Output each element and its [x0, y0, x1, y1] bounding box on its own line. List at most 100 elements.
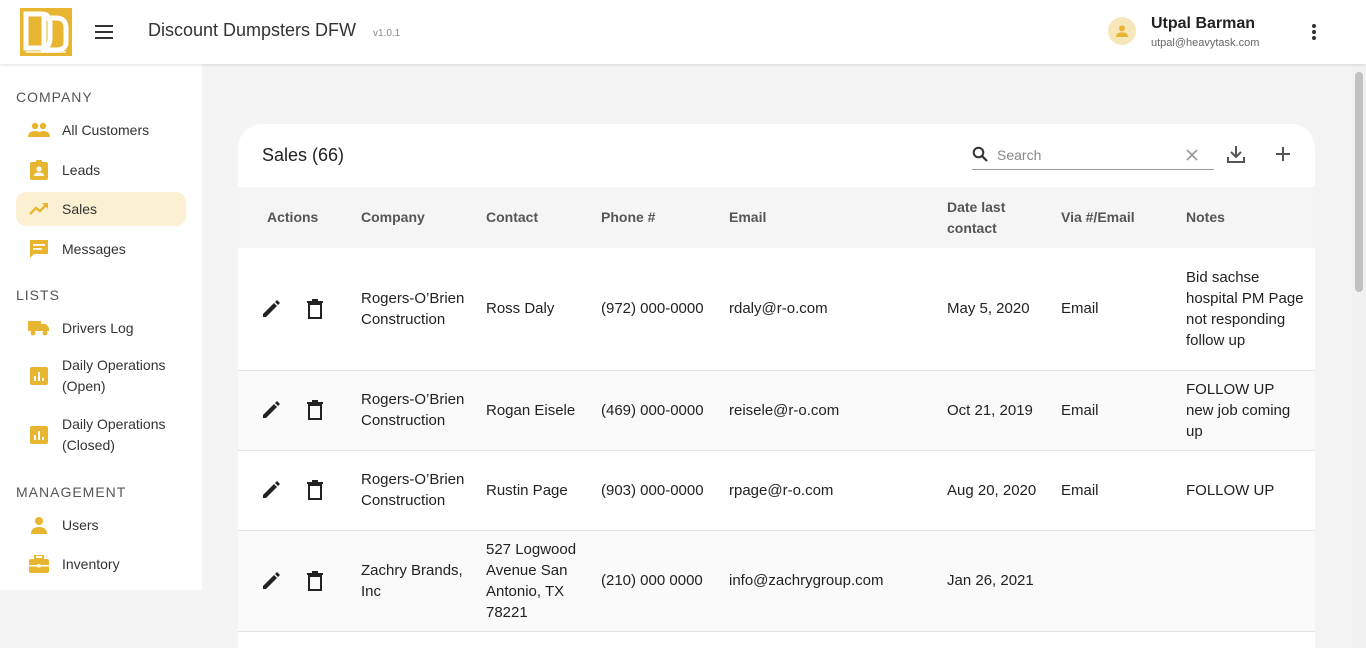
- sidebar-item-label: Drivers Log: [62, 319, 134, 336]
- hamburger-menu-icon[interactable]: [92, 18, 116, 46]
- table-header-row: Actions Company Contact Phone # Email Da…: [238, 187, 1315, 248]
- top-app-bar: Discount Dumpsters DFW v1.0.1 Utpal Barm…: [0, 0, 1366, 64]
- cell-via: Email: [1061, 450, 1186, 531]
- table-row[interactable]: Rogers-O’Brien Construction Rogan Eisele…: [238, 370, 1315, 451]
- cell-email: rpage@r-o.com: [729, 450, 947, 531]
- sidebar-item-daily-operations-closed[interactable]: Daily Operations (Closed): [16, 413, 186, 457]
- section-title-lists: LISTS: [16, 287, 60, 303]
- trending-up-icon: [16, 202, 62, 216]
- column-header-company[interactable]: Company: [361, 187, 486, 248]
- edit-icon[interactable]: [261, 571, 281, 591]
- sidebar-item-label: Inventory: [62, 555, 120, 572]
- sidebar-item-drivers-log[interactable]: Drivers Log: [16, 312, 186, 344]
- column-header-notes[interactable]: Notes: [1186, 187, 1315, 248]
- user-email: utpal@heavytask.com: [1151, 37, 1260, 49]
- row-actions: [238, 530, 361, 632]
- sidebar-item-inventory[interactable]: Inventory: [16, 548, 186, 580]
- cell-phone: (210) 000 0000: [601, 530, 729, 632]
- sales-table: Actions Company Contact Phone # Email Da…: [238, 187, 1315, 632]
- cell-via: [1061, 530, 1186, 632]
- add-icon[interactable]: [1274, 145, 1292, 168]
- sidebar-item-label: Leads: [62, 161, 101, 178]
- cell-company: Rogers-O’Brien Construction: [361, 248, 486, 371]
- briefcase-icon: [16, 555, 62, 573]
- edit-icon[interactable]: [261, 299, 281, 319]
- cell-contact: Rogan Eisele: [486, 370, 601, 451]
- cell-company: Rogers-O’Brien Construction: [361, 370, 486, 451]
- cell-notes: Bid sachse hospital PM Page not respondi…: [1186, 248, 1315, 371]
- person-icon: [16, 516, 62, 534]
- column-header-contact[interactable]: Contact: [486, 187, 601, 248]
- cell-contact: 527 Logwood Avenue San Antonio, TX 78221: [486, 530, 601, 632]
- delete-icon[interactable]: [307, 570, 323, 591]
- app-title: Discount Dumpsters DFW: [148, 20, 357, 40]
- card-header: Sales (66): [238, 124, 1315, 187]
- sidebar-item-leads[interactable]: Leads: [16, 154, 186, 186]
- table-row[interactable]: Rogers-O’Brien Construction Ross Daly (9…: [238, 248, 1315, 371]
- cell-email: rdaly@r-o.com: [729, 248, 947, 371]
- cell-phone: (469) 000-0000: [601, 370, 729, 451]
- cell-email: info@zachrygroup.com: [729, 530, 947, 632]
- cell-notes: FOLLOW UP new job coming up: [1186, 370, 1315, 451]
- cell-company: Zachry Brands, Inc: [361, 530, 486, 632]
- row-actions: [238, 248, 361, 371]
- column-header-date-last-contact[interactable]: Date last contact: [947, 187, 1061, 248]
- sidebar-item-all-customers[interactable]: All Customers: [16, 114, 186, 146]
- user-avatar-icon[interactable]: [1108, 17, 1136, 45]
- cell-date: May 5, 2020: [947, 248, 1061, 371]
- cell-date: Jan 26, 2021: [947, 530, 1061, 632]
- sidebar-item-label: Sales: [62, 200, 98, 217]
- row-actions: [238, 370, 361, 451]
- sidebar-item-label: Daily Operations (Closed): [62, 416, 166, 453]
- cell-date: Oct 21, 2019: [947, 370, 1061, 451]
- cell-via: Email: [1061, 248, 1186, 371]
- edit-icon[interactable]: [261, 400, 281, 420]
- delete-icon[interactable]: [307, 400, 323, 420]
- cell-contact: Rustin Page: [486, 450, 601, 531]
- sidebar-item-users[interactable]: Users: [16, 509, 186, 541]
- truck-icon: [16, 320, 62, 336]
- cell-phone: (972) 000-0000: [601, 248, 729, 371]
- sidebar-item-daily-operations-open[interactable]: Daily Operations (Open): [16, 354, 186, 398]
- sidebar-item-label: Daily Operations (Open): [62, 357, 166, 394]
- section-title-company: COMPANY: [16, 89, 93, 105]
- search-field: [972, 140, 1214, 170]
- search-input[interactable]: [997, 144, 1177, 166]
- more-options-icon[interactable]: [1306, 22, 1322, 42]
- cell-email: reisele@r-o.com: [729, 370, 947, 451]
- sidebar-item-label: Users: [62, 516, 99, 533]
- bar-chart-icon: [16, 426, 62, 444]
- cell-phone: (903) 000-0000: [601, 450, 729, 531]
- sidebar-item-sales[interactable]: Sales: [16, 192, 186, 226]
- sales-card: Sales (66) Actions Company Contact: [238, 124, 1315, 648]
- cell-via: Email: [1061, 370, 1186, 451]
- people-icon: [16, 122, 62, 138]
- cell-notes: FOLLOW UP: [1186, 450, 1315, 531]
- column-header-via[interactable]: Via #/Email: [1061, 187, 1186, 248]
- sidebar: COMPANY All Customers Leads Sales Messag…: [0, 64, 202, 590]
- table-row[interactable]: Zachry Brands, Inc 527 Logwood Avenue Sa…: [238, 530, 1315, 632]
- column-header-email[interactable]: Email: [729, 187, 947, 248]
- page-scrollbar[interactable]: [1352, 64, 1366, 648]
- cell-company: Rogers-O’Brien Construction: [361, 450, 486, 531]
- cell-date: Aug 20, 2020: [947, 450, 1061, 531]
- column-header-actions: Actions: [267, 209, 319, 225]
- page-title: Sales (66): [262, 145, 345, 165]
- user-name: Utpal Barman: [1151, 15, 1256, 32]
- row-actions: [238, 450, 361, 531]
- company-logo[interactable]: [20, 8, 72, 56]
- badge-icon: [16, 160, 62, 180]
- sidebar-item-label: All Customers: [62, 121, 150, 138]
- scrollbar-thumb[interactable]: [1355, 72, 1363, 292]
- download-icon[interactable]: [1226, 144, 1246, 169]
- delete-icon[interactable]: [307, 298, 323, 319]
- sidebar-item-messages[interactable]: Messages: [16, 233, 186, 265]
- column-header-phone[interactable]: Phone #: [601, 187, 729, 248]
- table-row[interactable]: Rogers-O’Brien Construction Rustin Page …: [238, 450, 1315, 531]
- search-icon: [972, 146, 988, 167]
- clear-search-icon[interactable]: [1186, 148, 1198, 166]
- sidebar-item-label: Messages: [62, 240, 126, 257]
- delete-icon[interactable]: [307, 480, 323, 500]
- section-title-management: MANAGEMENT: [16, 484, 127, 500]
- edit-icon[interactable]: [261, 480, 281, 500]
